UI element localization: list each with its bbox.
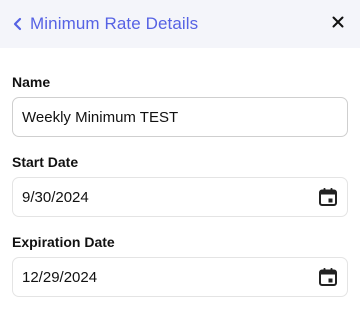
start-date-field[interactable] bbox=[12, 177, 348, 217]
rate-details-form: Name Start Date Expiration Date bbox=[0, 48, 360, 297]
expiration-date-field[interactable] bbox=[12, 257, 348, 297]
panel-header: Minimum Rate Details bbox=[0, 0, 360, 48]
back-button[interactable]: Minimum Rate Details bbox=[12, 14, 198, 34]
name-field[interactable] bbox=[12, 97, 348, 137]
start-date-input[interactable] bbox=[22, 188, 317, 206]
close-button[interactable] bbox=[330, 16, 346, 32]
name-label: Name bbox=[12, 74, 51, 90]
calendar-icon[interactable] bbox=[317, 266, 339, 288]
chevron-left-icon bbox=[12, 17, 24, 31]
panel-title: Minimum Rate Details bbox=[30, 14, 199, 33]
name-input[interactable] bbox=[22, 108, 339, 126]
start-date-label: Start Date bbox=[12, 154, 79, 170]
calendar-icon[interactable] bbox=[317, 186, 339, 208]
expiration-date-input[interactable] bbox=[22, 268, 317, 286]
expiration-date-label: Expiration Date bbox=[12, 234, 115, 250]
close-icon bbox=[332, 15, 344, 33]
